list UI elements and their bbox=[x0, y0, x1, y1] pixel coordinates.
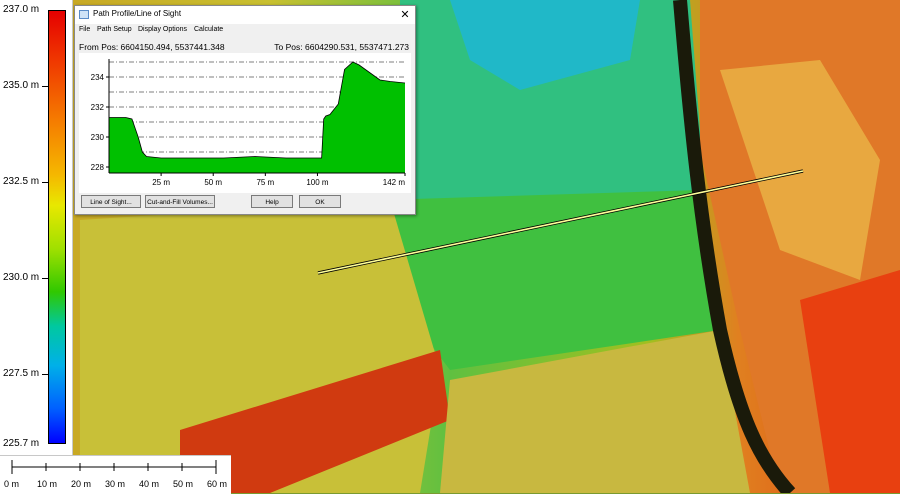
x-tick-label: 100 m bbox=[306, 178, 329, 187]
legend-label: 225.7 m bbox=[3, 438, 40, 449]
profile-chart: 234 232 230 228 25 m 50 m 75 m 100 m 142 m bbox=[79, 53, 411, 193]
to-position: To Pos: 6604290.531, 5537471.273 bbox=[274, 42, 409, 52]
dialog-titlebar[interactable]: Path Profile/Line of Sight ✕ bbox=[75, 6, 415, 24]
cut-and-fill-button[interactable]: Cut-and-Fill Volumes... bbox=[145, 195, 215, 208]
menu-item-display-options[interactable]: Display Options bbox=[138, 26, 187, 33]
x-tick-label: 50 m bbox=[204, 178, 222, 187]
y-tick-label: 234 bbox=[91, 73, 105, 82]
x-tick-label: 25 m bbox=[152, 178, 170, 187]
from-position: From Pos: 6604150.494, 5537441.348 bbox=[79, 42, 225, 52]
scale-label: 20 m bbox=[71, 479, 92, 489]
elevation-color-bar bbox=[48, 10, 66, 444]
profile-chart-svg: 234 232 230 228 25 m 50 m 75 m 100 m 142 m bbox=[91, 59, 406, 187]
legend-tick bbox=[42, 374, 48, 375]
line-of-sight-button[interactable]: Line of Sight... bbox=[81, 195, 141, 208]
scale-label: 10 m bbox=[37, 479, 58, 489]
legend-label: 235.0 m bbox=[3, 80, 40, 91]
legend-tick bbox=[42, 86, 48, 87]
legend-label: 232.5 m bbox=[3, 176, 40, 187]
window-icon bbox=[79, 10, 89, 19]
x-tick-label: 142 m bbox=[383, 178, 406, 187]
scale-bar-ruler bbox=[11, 460, 217, 474]
path-profile-dialog[interactable]: Path Profile/Line of Sight ✕ File Path S… bbox=[74, 5, 416, 215]
legend-label: 227.5 m bbox=[3, 368, 40, 379]
x-tick-label: 75 m bbox=[256, 178, 274, 187]
legend-label: 237.0 m bbox=[3, 4, 40, 15]
scale-label: 60 m bbox=[207, 479, 228, 489]
help-button[interactable]: Help bbox=[251, 195, 293, 208]
scale-label: 30 m bbox=[105, 479, 126, 489]
menu-item-path-setup[interactable]: Path Setup bbox=[97, 26, 132, 33]
scale-label: 0 m bbox=[4, 479, 20, 489]
close-icon[interactable]: ✕ bbox=[395, 6, 415, 24]
menu-bar: File Path Setup Display Options Calculat… bbox=[75, 24, 415, 37]
scale-label: 50 m bbox=[173, 479, 194, 489]
menu-item-calculate[interactable]: Calculate bbox=[194, 26, 223, 33]
elevation-legend: 237.0 m 235.0 m 232.5 m 230.0 m 227.5 m … bbox=[0, 0, 73, 455]
y-tick-label: 228 bbox=[91, 163, 105, 172]
legend-tick bbox=[42, 278, 48, 279]
scale-label: 40 m bbox=[139, 479, 160, 489]
legend-tick bbox=[42, 182, 48, 183]
dialog-title: Path Profile/Line of Sight bbox=[93, 9, 182, 18]
y-tick-label: 230 bbox=[91, 133, 105, 142]
y-tick-label: 232 bbox=[91, 103, 105, 112]
scale-bar: 0 m 10 m 20 m 30 m 40 m 50 m 60 m bbox=[0, 455, 231, 494]
ok-button[interactable]: OK bbox=[299, 195, 341, 208]
legend-label: 230.0 m bbox=[3, 272, 40, 283]
menu-item-file[interactable]: File bbox=[79, 26, 90, 33]
